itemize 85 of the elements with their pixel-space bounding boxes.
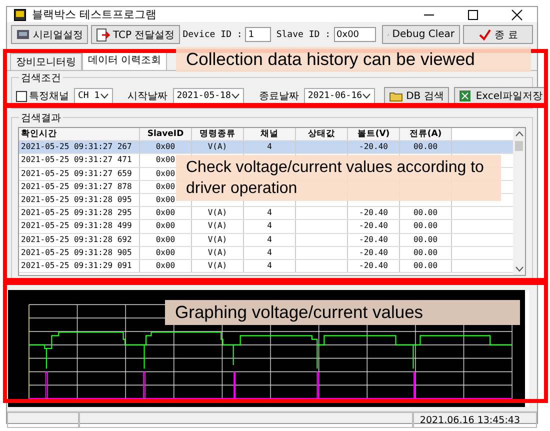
column-header[interactable]: SlaveID	[140, 128, 192, 140]
table-cell: 00.00	[400, 234, 452, 246]
table-cell: 0x00	[140, 220, 192, 232]
annotation-label: Graphing voltage/current values	[165, 300, 520, 325]
column-header[interactable]: 채널	[244, 128, 296, 140]
channel-dropdown[interactable]: CH 1	[74, 88, 113, 104]
scrollbar[interactable]	[513, 128, 525, 275]
field-label: Slave ID :	[276, 30, 331, 40]
table-cell: -20.40	[348, 234, 400, 246]
scroll-up-icon	[514, 131, 524, 137]
table-cell: 00.00	[400, 246, 452, 259]
app-icon	[14, 8, 26, 20]
table-cell: 00.00	[400, 141, 452, 154]
table-cell: V(A)	[192, 234, 244, 246]
table-cell: V(A)	[192, 246, 244, 259]
dropdown-icon	[100, 93, 109, 99]
scroll-down-icon	[514, 266, 524, 272]
table-cell: V(A)	[192, 260, 244, 272]
table-cell: 2021-05-25 09:31:27 471	[19, 154, 140, 167]
scroll-thumb[interactable]	[515, 141, 523, 151]
field-label: 시작날짜	[128, 90, 168, 103]
table-cell: -20.40	[348, 246, 400, 259]
date-picker[interactable]: 2021-05-18	[172, 88, 244, 104]
table-cell: 4	[244, 260, 296, 272]
table-cell: 4	[244, 207, 296, 220]
table-cell: 00.00	[400, 260, 452, 272]
document-arrow-icon	[96, 28, 110, 42]
field-label: Device ID :	[182, 30, 242, 40]
channel-checkbox[interactable]: 특정채널	[16, 89, 69, 103]
table-cell: 0x00	[140, 234, 192, 246]
table-cell: V(A)	[192, 207, 244, 220]
table-cell: 2021-05-25 09:31:27 659	[19, 168, 140, 180]
column-header[interactable]: 전류(A)	[400, 128, 452, 140]
folder-icon	[389, 90, 404, 102]
serial-settings-button[interactable]: 시리얼설정	[11, 25, 88, 44]
tab[interactable]: 장비모니터링	[10, 53, 82, 70]
exit-button[interactable]: 종 료	[462, 25, 533, 44]
device-icon	[16, 28, 30, 42]
spreadsheet-icon	[458, 90, 471, 102]
table-cell: 00.00	[400, 207, 452, 220]
date-picker[interactable]: 2021-06-16	[304, 88, 376, 104]
table-cell: 2021-05-25 09:31:27 267	[19, 141, 140, 154]
maximize-icon	[467, 8, 479, 20]
table-cell: 2021-05-25 09:31:29 091	[19, 260, 140, 272]
checkmark-icon	[478, 28, 492, 42]
group-title: 검색조건	[19, 71, 63, 85]
table-cell: 2021-05-25 09:31:28 905	[19, 246, 140, 259]
tcp-settings-button[interactable]: TCP 전달설정	[91, 25, 180, 44]
column-header[interactable]: 명령종류	[192, 128, 244, 140]
table-cell: 0x00	[140, 141, 192, 154]
table-cell: 4	[244, 246, 296, 259]
selected-row-highlight[interactable]: 2021-05-25 09:31:27 267 0x00 V(A) 4 -20.40 00.00	[19, 141, 513, 154]
input-field[interactable]: 1	[245, 27, 272, 42]
close-icon	[511, 8, 523, 20]
column-header[interactable]: 확인시간	[19, 128, 140, 140]
table-cell: -20.40	[348, 207, 400, 220]
table-cell: 4	[244, 220, 296, 232]
table-cell: 0x00	[140, 260, 192, 272]
table-cell: -20.40	[348, 220, 400, 232]
table-cell: V(A)	[192, 220, 244, 232]
annotation-label: Check voltage/current values according to driver operation	[176, 155, 501, 201]
group-title: 검색결과	[19, 111, 63, 125]
table-cell: 4	[244, 234, 296, 246]
debug-clear-button[interactable]: Debug Clear	[382, 25, 460, 44]
table-cell: 0x00	[140, 207, 192, 220]
table-cell: 2021-05-25 09:31:27 878	[19, 180, 140, 193]
table-cell: 4	[244, 141, 296, 154]
table-cell: 2021-05-25 09:31:28 692	[19, 234, 140, 246]
column-header[interactable]: 볼트(V)	[348, 128, 400, 140]
dropdown-icon	[230, 93, 240, 99]
status-time: 2021.06.16 13:45:43	[412, 412, 537, 428]
table-cell: -20.40	[348, 260, 400, 272]
dropdown-icon	[362, 93, 372, 99]
table-cell: V(A)	[192, 141, 244, 154]
table-cell: 00.00	[400, 220, 452, 232]
input-field[interactable]: 0x00	[334, 27, 376, 42]
column-header[interactable]: 상태값	[296, 128, 348, 140]
table-cell: -20.40	[348, 141, 400, 154]
table-cell: 0x00	[140, 246, 192, 259]
window-title: 블랙박스 테스트프로그램	[32, 7, 156, 22]
annotation-label: Collection data history can be viewed	[176, 47, 531, 72]
table-cell: 2021-05-25 09:31:28 499	[19, 220, 140, 232]
table-cell: 2021-05-25 09:31:28 295	[19, 207, 140, 220]
table-cell: 2021-05-25 09:31:28 095	[19, 194, 140, 206]
field-label: 종료날짜	[258, 90, 299, 103]
